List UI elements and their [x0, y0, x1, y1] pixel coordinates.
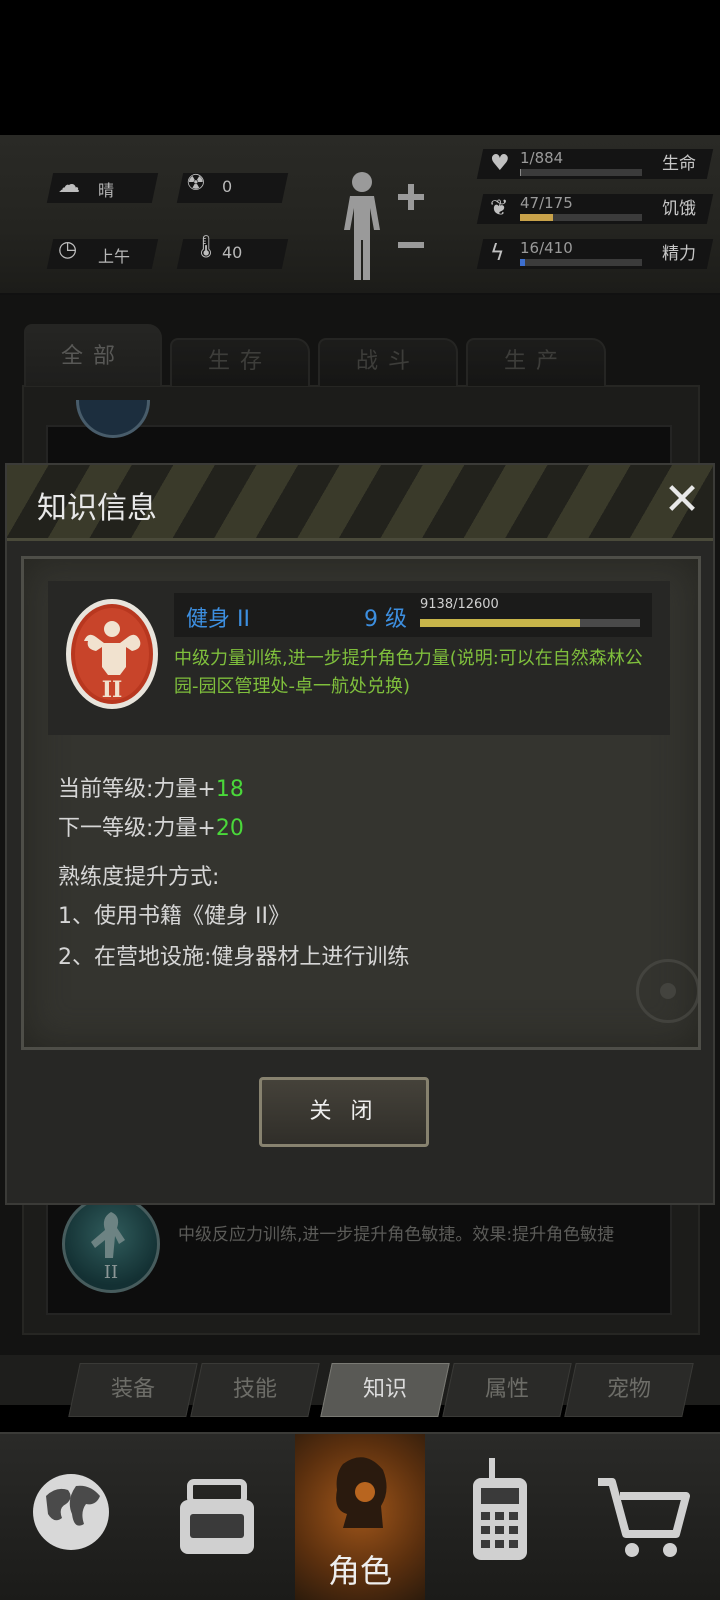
weather-cloud-icon: ☁ — [58, 173, 80, 198]
radiation-value: 0 — [222, 177, 233, 196]
skill-xp-fill — [420, 619, 580, 627]
skill-description: 中级力量训练,进一步提升角色力量(说明:可以在自然森林公园-园区管理处-卓一航处… — [174, 648, 643, 697]
hunger-track — [520, 214, 642, 221]
globe-icon — [33, 1474, 109, 1550]
close-button[interactable]: 关 闭 — [259, 1077, 429, 1147]
hunger-bar: ❦ 47/175 饥饿 — [476, 194, 714, 228]
weather-value: 晴 — [98, 181, 115, 200]
method-item-2: 2、在营地设施:健身器材上进行训练 — [58, 945, 410, 970]
skill-level: 9 级 — [364, 607, 407, 632]
character-head-icon — [336, 1457, 387, 1528]
energy-head-icon: ϟ — [490, 241, 505, 266]
skill-card: II 健身 II 9 级 9138/12600 中级力量训练,进一步提升角色力量… — [48, 581, 670, 735]
backpack-icon — [180, 1479, 254, 1554]
radiation-icon: ☢ — [186, 171, 206, 196]
fitness-skill-icon: II — [66, 599, 158, 709]
sub-tab-attributes[interactable]: 属性 — [448, 1363, 566, 1417]
skill-header: 健身 II 9 级 9138/12600 — [174, 593, 652, 637]
top-blank-area — [0, 0, 720, 135]
method-item-1: 1、使用书籍《健身 II》 — [58, 904, 290, 929]
next-level-value: 20 — [215, 816, 244, 841]
energy-value: 16/410 — [520, 239, 573, 257]
body-status-icon[interactable] — [340, 170, 430, 280]
energy-label: 精力 — [662, 244, 696, 264]
sub-tab-skills[interactable]: 技能 — [196, 1363, 314, 1417]
current-level-line: 当前等级:力量+18 — [58, 771, 244, 803]
health-track — [520, 169, 642, 176]
health-bar: ♥ 1/884 生命 — [476, 149, 714, 183]
knowledge-info-dialog: 知识信息 ✕ II 健身 II 9 级 9138/12600 中级力量训练,进一… — [5, 463, 715, 1205]
bottom-nav: 角色 — [0, 1432, 720, 1600]
sub-tab-knowledge[interactable]: 知识 — [326, 1363, 444, 1417]
nav-inventory[interactable] — [150, 1434, 280, 1600]
current-level-label: 当前等级:力量+ — [58, 777, 216, 802]
shopping-cart-icon — [598, 1478, 690, 1557]
status-panel: ☁ 晴 ☢ 0 ◷ 上午 🌡 40 ♥ 1/884 生命 ❦ 47/175 饥饿… — [0, 135, 720, 295]
hunger-fill — [520, 214, 553, 221]
health-fill — [520, 169, 521, 176]
thermometer-icon: 🌡 — [192, 235, 220, 260]
radio-phone-icon — [473, 1458, 527, 1560]
skill-xp: 9138/12600 — [420, 597, 499, 612]
svg-text:II: II — [102, 677, 123, 703]
dialog-content: II 健身 II 9 级 9138/12600 中级力量训练,进一步提升角色力量… — [21, 556, 701, 1050]
time-of-day-value: 上午 — [98, 247, 131, 266]
health-label: 生命 — [662, 154, 696, 174]
health-value: 1/884 — [520, 149, 564, 167]
dialog-header: 知识信息 ✕ — [7, 465, 713, 541]
next-level-label: 下一等级:力量+ — [58, 816, 216, 841]
hunger-label: 饥饿 — [662, 199, 696, 219]
energy-track — [520, 259, 642, 266]
clock-icon: ◷ — [58, 237, 78, 262]
hunger-value: 47/175 — [520, 194, 573, 212]
dialog-title: 知识信息 — [37, 491, 157, 526]
nav-shop[interactable] — [580, 1434, 710, 1600]
method-title: 熟练度提升方式: — [58, 865, 220, 890]
close-icon[interactable]: ✕ — [657, 475, 707, 525]
radiation-watermark-icon — [636, 959, 700, 1023]
character-sub-tabs: 装备 技能 知识 属性 宠物 — [68, 1363, 710, 1419]
next-level-line: 下一等级:力量+20 — [58, 810, 244, 842]
nav-character-label: 角色 — [327, 1552, 392, 1590]
skill-xp-track — [420, 619, 640, 627]
nav-communication[interactable] — [435, 1434, 565, 1600]
nav-character[interactable]: 角色 — [295, 1434, 425, 1600]
heart-pulse-icon: ♥ — [490, 151, 510, 176]
nav-world[interactable] — [6, 1434, 136, 1600]
temperature-value: 40 — [222, 243, 243, 262]
energy-fill — [520, 259, 525, 266]
skill-name: 健身 II — [186, 607, 250, 632]
energy-bar: ϟ 16/410 精力 — [476, 239, 714, 273]
sub-tab-equipment[interactable]: 装备 — [74, 1363, 192, 1417]
sub-tab-pets[interactable]: 宠物 — [570, 1363, 688, 1417]
stomach-icon: ❦ — [490, 196, 509, 221]
current-level-value: 18 — [215, 777, 244, 802]
